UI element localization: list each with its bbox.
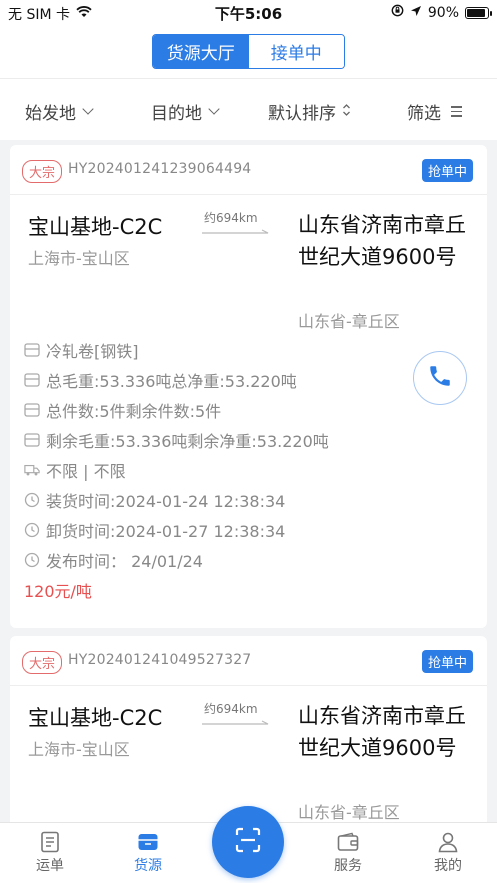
to-place: 山东省济南市章丘世纪大道9600号 [298,704,466,760]
tab-cargo[interactable]: 货源 [108,829,188,875]
pieces-row: 总件数:5件剩余件数:5件 [24,395,487,425]
bulk-tag: 大宗 [22,651,63,674]
goods-icon [24,402,40,418]
cargo-icon [108,829,188,855]
phone-icon [427,363,453,393]
cargo-card[interactable]: 大宗 HY202401241239064494 抢单中 宝山基地-C2C 上海市… [10,145,487,628]
remaining-weight-row: 剩余毛重:53.336吨剩余净重:53.220吨 [24,425,487,455]
pieces-text: 总件数:5件剩余件数:5件 [46,402,222,421]
call-button[interactable] [413,351,467,405]
goods-text: 冷轧卷[钢铁] [46,342,139,361]
order-number: HY202401241049527327 [68,652,252,668]
to-region: 山东省-章丘区 [298,803,400,822]
load-time-row: 装货时间:2024-01-24 12:38:34 [24,485,487,515]
from-place: 宝山基地-C2C [28,706,163,730]
battery-icon [465,6,492,19]
tab-accepting-orders[interactable]: 接单中 [248,35,344,68]
order-number: HY202401241239064494 [68,161,252,177]
header: 货源大厅 接单中 [0,26,497,78]
user-icon [408,829,488,855]
tab-cargo-hall[interactable]: 货源大厅 [153,35,249,68]
clock-icon [24,522,40,538]
to-region: 山东省-章丘区 [298,312,400,331]
battery-percent: 90% [427,4,459,21]
vehicle-row: 不限 | 不限 [24,455,487,485]
truck-icon [24,462,40,478]
sort-icon [342,103,351,120]
scan-button[interactable] [212,806,284,878]
route-arrow-icon [202,720,269,725]
goods-icon [24,372,40,388]
tab-mine-label: 我的 [434,858,462,874]
publish-time-text: 发布时间： 24/01/24 [46,552,203,571]
from-region: 上海市-宝山区 [28,249,130,268]
screen-filter-label: 筛选 [407,104,441,124]
tab-service[interactable]: 服务 [308,829,388,875]
origin-filter-label: 始发地 [25,104,76,124]
status-badge: 抢单中 [421,159,473,182]
vehicle-text: 不限 | 不限 [46,462,126,481]
tab-waybill-label: 运单 [36,858,64,874]
route-arrow-icon [202,229,269,234]
wallet-icon [308,829,388,855]
to-place: 山东省济南市章丘世纪大道9600号 [298,213,466,269]
distance: 约694km [204,702,258,716]
distance: 约694km [204,211,258,225]
unload-time-row: 卸货时间:2024-01-27 12:38:34 [24,515,487,545]
route: 宝山基地-C2C 上海市-宝山区 约694km 山东省济南市章丘世纪大道9600… [10,686,487,826]
card-header: 大宗 HY202401241239064494 抢单中 [10,145,487,195]
scan-icon [234,826,262,858]
origin-filter[interactable]: 始发地 [25,99,94,124]
status-badge: 抢单中 [421,650,473,673]
tab-service-label: 服务 [334,858,362,874]
remaining-weight-text: 剩余毛重:53.336吨剩余净重:53.220吨 [46,432,329,451]
from-place: 宝山基地-C2C [28,215,163,239]
tab-mine[interactable]: 我的 [408,829,488,875]
status-bar: 无 SIM 卡 下午5:06 90% [0,0,497,26]
unload-time-text: 卸货时间:2024-01-27 12:38:34 [46,522,286,541]
card-header: 大宗 HY202401241049527327 抢单中 [10,636,487,686]
destination-filter[interactable]: 目的地 [151,99,220,124]
clock-icon [24,492,40,508]
destination-filter-label: 目的地 [151,104,202,124]
clock-icon [24,552,40,568]
publish-time-row: 发布时间： 24/01/24 [24,545,487,575]
segmented-control: 货源大厅 接单中 [152,34,345,69]
sort-filter-label: 默认排序 [268,104,336,124]
orientation-lock-icon [391,4,404,21]
from-region: 上海市-宝山区 [28,740,130,759]
sort-filter[interactable]: 默认排序 [268,99,351,124]
bulk-tag: 大宗 [22,160,63,183]
menu-icon [451,106,462,117]
document-icon [10,829,90,855]
route: 宝山基地-C2C 上海市-宝山区 约694km 山东省济南市章丘世纪大道9600… [10,195,487,335]
chevron-down-icon [82,103,94,115]
load-time-text: 装货时间:2024-01-24 12:38:34 [46,492,286,511]
tab-waybill[interactable]: 运单 [10,829,90,875]
location-arrow-icon [410,5,422,21]
goods-row: 冷轧卷[钢铁] [24,335,487,365]
weight-text: 总毛重:53.336吨总净重:53.220吨 [46,372,297,391]
tab-cargo-label: 货源 [134,858,162,874]
screen-filter[interactable]: 筛选 [407,99,462,124]
goods-icon [24,432,40,448]
price: 120元/吨 [24,582,92,601]
filter-bar: 始发地 目的地 默认排序 筛选 [0,78,497,140]
goods-icon [24,342,40,358]
chevron-down-icon [208,103,220,115]
